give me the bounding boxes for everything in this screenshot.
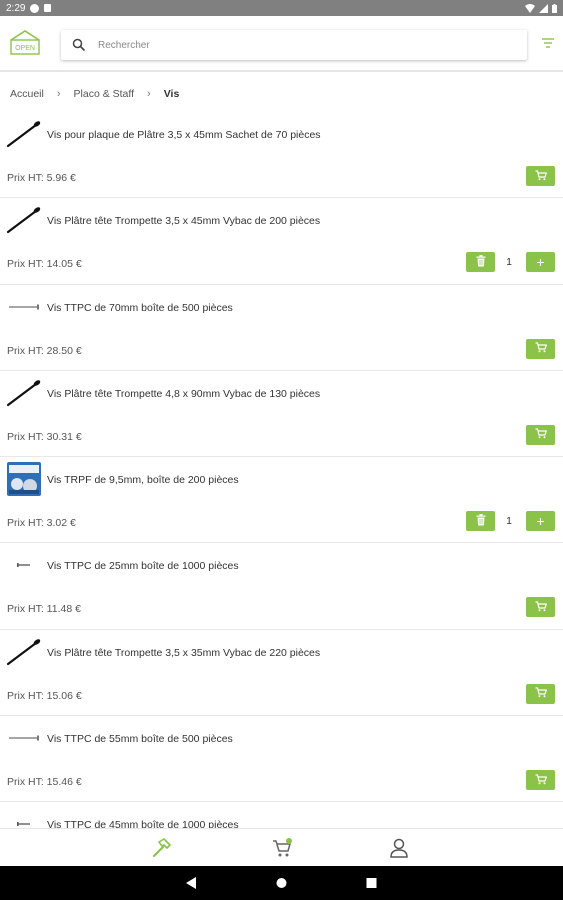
plus-icon: + bbox=[536, 254, 545, 271]
cart-icon bbox=[535, 686, 547, 701]
product-thumbnail[interactable] bbox=[6, 634, 42, 670]
search-input[interactable] bbox=[98, 39, 498, 51]
bottom-nav bbox=[0, 828, 563, 866]
add-to-cart-button[interactable] bbox=[526, 338, 555, 359]
home-icon[interactable] bbox=[276, 877, 287, 889]
product-thumbnail[interactable] bbox=[6, 720, 42, 756]
add-to-cart-button[interactable] bbox=[526, 597, 555, 618]
cart-icon bbox=[535, 773, 547, 788]
product-name[interactable]: Vis TTPC de 70mm boîte de 500 pièces bbox=[47, 302, 233, 314]
product-price: Prix HT: 5.96 € bbox=[7, 172, 76, 184]
product-name[interactable]: Vis TTPC de 25mm boîte de 1000 pièces bbox=[47, 560, 239, 572]
status-time: 2:29 bbox=[6, 2, 26, 14]
product-item[interactable]: Vis Plâtre tête Trompette 4,8 x 90mm Vyb… bbox=[0, 371, 563, 458]
battery-icon bbox=[552, 3, 557, 13]
remove-from-cart-button[interactable] bbox=[466, 511, 495, 532]
product-thumbnail[interactable] bbox=[6, 806, 42, 828]
trash-icon bbox=[476, 254, 486, 270]
quantity-value: 1 bbox=[506, 515, 512, 528]
back-icon[interactable] bbox=[186, 877, 197, 889]
chevron-right-icon: › bbox=[56, 88, 61, 100]
cart-icon bbox=[535, 427, 547, 442]
product-name[interactable]: Vis pour plaque de Plâtre 3,5 x 45mm Sac… bbox=[47, 129, 321, 141]
product-thumbnail[interactable] bbox=[6, 116, 42, 152]
status-bar: 2:29 bbox=[0, 0, 563, 16]
store-logo[interactable]: OPEN bbox=[8, 30, 42, 56]
hammer-icon[interactable] bbox=[150, 837, 172, 859]
product-name[interactable]: Vis TTPC de 55mm boîte de 500 pièces bbox=[47, 733, 233, 745]
product-item[interactable]: Vis TTPC de 55mm boîte de 500 pièces Prix… bbox=[0, 716, 563, 803]
plus-icon: + bbox=[536, 513, 545, 530]
product-name[interactable]: Vis TTPC de 45mm boîte de 1000 pièces bbox=[47, 819, 239, 828]
remove-from-cart-button[interactable] bbox=[466, 252, 495, 273]
quantity-value: 1 bbox=[506, 256, 512, 269]
product-thumbnail[interactable] bbox=[6, 202, 42, 238]
product-item[interactable]: Vis TRPF de 9,5mm, boîte de 200 pièces Pr… bbox=[0, 457, 563, 544]
product-item[interactable]: Vis Plâtre tête Trompette 3,5 x 35mm Vyb… bbox=[0, 630, 563, 717]
breadcrumb-home[interactable]: Accueil bbox=[10, 88, 44, 100]
notification-icon bbox=[30, 3, 40, 13]
cart-icon bbox=[535, 341, 547, 356]
add-to-cart-button[interactable] bbox=[526, 683, 555, 704]
signal-icon bbox=[539, 3, 548, 13]
product-price: Prix HT: 14.05 € bbox=[7, 258, 82, 271]
search-icon bbox=[72, 38, 86, 52]
product-item[interactable]: Vis pour plaque de Plâtre 3,5 x 45mm Sac… bbox=[0, 112, 563, 199]
breadcrumb: Accueil › Placo & Staff › Vis bbox=[10, 86, 179, 102]
product-name[interactable]: Vis Plâtre tête Trompette 3,5 x 35mm Vyb… bbox=[47, 647, 320, 659]
chevron-right-icon: › bbox=[147, 88, 151, 100]
product-price: Prix HT: 11.48 € bbox=[7, 603, 81, 616]
product-thumbnail[interactable] bbox=[6, 289, 42, 325]
sd-card-icon bbox=[44, 4, 52, 12]
cart-icon[interactable] bbox=[271, 837, 293, 859]
system-navigation-bar bbox=[0, 866, 563, 900]
account-icon[interactable] bbox=[388, 837, 410, 859]
product-price: Prix HT: 28.50 € bbox=[7, 344, 82, 357]
product-item[interactable]: Vis TTPC de 70mm boîte de 500 pièces Prix… bbox=[0, 285, 563, 371]
product-item[interactable]: Vis TTPC de 45mm boîte de 1000 pièces bbox=[0, 802, 563, 828]
product-name[interactable]: Vis Plâtre tête Trompette 4,8 x 90mm Vyb… bbox=[47, 388, 320, 400]
product-price: Prix HT: 3.02 € bbox=[7, 517, 76, 530]
product-thumbnail[interactable] bbox=[6, 375, 42, 411]
add-to-cart-button[interactable] bbox=[526, 770, 555, 791]
product-thumbnail[interactable] bbox=[6, 461, 42, 497]
product-item[interactable]: Vis TTPC de 25mm boîte de 1000 pièces Pri… bbox=[0, 543, 563, 630]
trash-icon bbox=[476, 513, 486, 529]
increase-quantity-button[interactable]: + bbox=[526, 252, 555, 273]
product-item[interactable]: Vis Plâtre tête Trompette 3,5 x 45mm Vyb… bbox=[0, 198, 563, 285]
search-bar[interactable] bbox=[61, 30, 527, 60]
cart-icon bbox=[535, 600, 547, 615]
product-name[interactable]: Vis TRPF de 9,5mm, boîte de 200 pièces bbox=[47, 474, 239, 486]
increase-quantity-button[interactable]: + bbox=[526, 511, 555, 532]
recents-icon[interactable] bbox=[366, 877, 377, 889]
product-list[interactable]: Vis pour plaque de Plâtre 3,5 x 45mm Sac… bbox=[0, 112, 563, 828]
add-to-cart-button[interactable] bbox=[526, 424, 555, 445]
product-price: Prix HT: 30.31 € bbox=[7, 430, 82, 443]
svg-text:OPEN: OPEN bbox=[15, 45, 35, 52]
product-price: Prix HT: 15.06 € bbox=[7, 689, 82, 702]
add-to-cart-button[interactable] bbox=[526, 166, 555, 186]
filter-icon[interactable] bbox=[541, 36, 555, 50]
wifi-icon bbox=[525, 3, 535, 13]
cart-icon bbox=[535, 169, 547, 184]
product-name[interactable]: Vis Plâtre tête Trompette 3,5 x 45mm Vyb… bbox=[47, 215, 320, 227]
app-header: OPEN bbox=[0, 16, 563, 72]
product-price: Prix HT: 15.46 € bbox=[7, 776, 82, 789]
product-thumbnail[interactable] bbox=[6, 547, 42, 583]
breadcrumb-current: Vis bbox=[163, 88, 180, 100]
breadcrumb-category[interactable]: Placo & Staff bbox=[74, 88, 135, 100]
